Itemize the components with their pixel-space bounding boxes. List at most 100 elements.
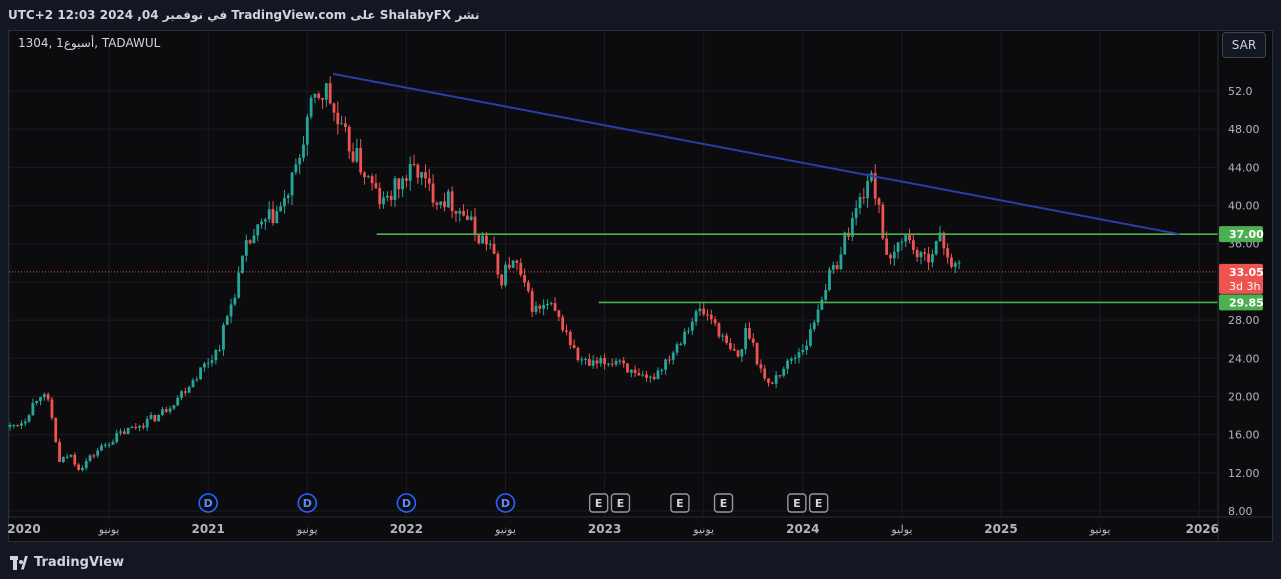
dividend-marker-label: D [204,497,213,510]
candle-up [138,425,141,428]
candle-down [622,360,626,364]
x-tick-label: يوليو [890,523,912,536]
candle-up [256,224,260,236]
x-tick-label: يونيو [692,523,714,536]
candle-up [340,123,344,125]
candle-up [504,264,507,286]
candle-down [877,198,881,205]
candle-down [344,123,347,128]
candle-down [885,238,889,255]
currency-button[interactable]: SAR [1222,32,1266,58]
y-tick-label: 48.00 [1228,123,1260,136]
earnings-marker-label: E [676,497,684,510]
candle-down [908,235,911,241]
candle-down [572,345,576,348]
candle-up [683,331,687,344]
tradingview-logo[interactable]: TradingView [10,555,124,570]
candle-down [553,303,557,311]
y-tick-label: 20.00 [1228,390,1260,403]
candle-down [862,197,866,199]
candle-up [930,254,934,263]
candle-up [439,201,443,205]
candle-up [591,360,595,366]
candlestick-chart[interactable]: 52.048.0044.0040.0036.0032.0028.0024.002… [0,0,1281,548]
candle-up [119,431,122,434]
overlays [9,72,1218,304]
candle-up [805,345,809,350]
candle-down [767,378,770,383]
candle-down [911,240,915,251]
candle-down [183,391,187,393]
candle-up [279,206,283,212]
candle-up [84,461,88,469]
candle-up [824,289,828,300]
y-tick-label: 28.00 [1228,314,1260,327]
candle-down [328,83,332,104]
candle-down [46,394,50,400]
candle-up [481,235,485,244]
candle-up [789,358,793,361]
candle-down [164,409,168,412]
candle-down [565,330,568,332]
candle-down [462,211,465,216]
candle-down [717,323,721,337]
y-tick-label: 12.00 [1228,467,1260,480]
candle-up [145,418,149,428]
candle-up [180,391,183,398]
candle-down [248,240,252,244]
candle-up [214,350,218,361]
candle-down [637,373,641,376]
candle-up [664,359,667,370]
candle-up [222,324,225,350]
candle-up [202,363,206,368]
candle-up [283,197,286,207]
candle-down [645,374,648,378]
candle-down [454,211,458,214]
x-tick-label: 2020 [7,522,40,536]
candle-up [614,360,618,365]
candle-up [81,468,84,470]
candle-up [69,454,73,457]
y-tick-label: 44.00 [1228,161,1260,174]
candle-up [420,172,424,178]
symbol-label[interactable]: 1304, أسبوع1, TADAWUL [18,36,160,50]
candle-down [416,164,420,178]
x-tick-label: 2023 [588,522,621,536]
candle-down [16,424,20,426]
candle-down [465,215,469,220]
candle-up [267,209,271,220]
candle-up [809,329,812,346]
candle-up [843,232,847,255]
candle-up [782,368,786,376]
candle-down [54,418,58,443]
candle-down [519,263,523,276]
candle-up [542,305,546,309]
candle-up [168,408,172,412]
candle-down [610,363,614,365]
candle-down [424,172,427,179]
candle-down [473,216,477,236]
candle-up [149,414,153,419]
candle-up [580,359,584,361]
tradingview-brand: TradingView [34,555,125,570]
candle-up [675,344,679,353]
candle-down [595,360,599,364]
candle-up [858,197,862,209]
candle-up [828,269,831,290]
candle-up [953,263,957,267]
candle-down [763,368,767,379]
candle-down [748,328,751,339]
candle-up [793,357,797,359]
candle-down [496,253,500,275]
candle-up [191,380,195,387]
candle-up [244,240,248,256]
candle-up [900,241,904,243]
candle-up [294,164,298,173]
y-tick-label: 16.00 [1228,429,1260,442]
candle-up [774,375,778,384]
candle-down [568,331,572,346]
candle-up [324,83,328,100]
candle-up [161,409,164,416]
candle-up [740,349,744,357]
candle-down [378,188,382,205]
